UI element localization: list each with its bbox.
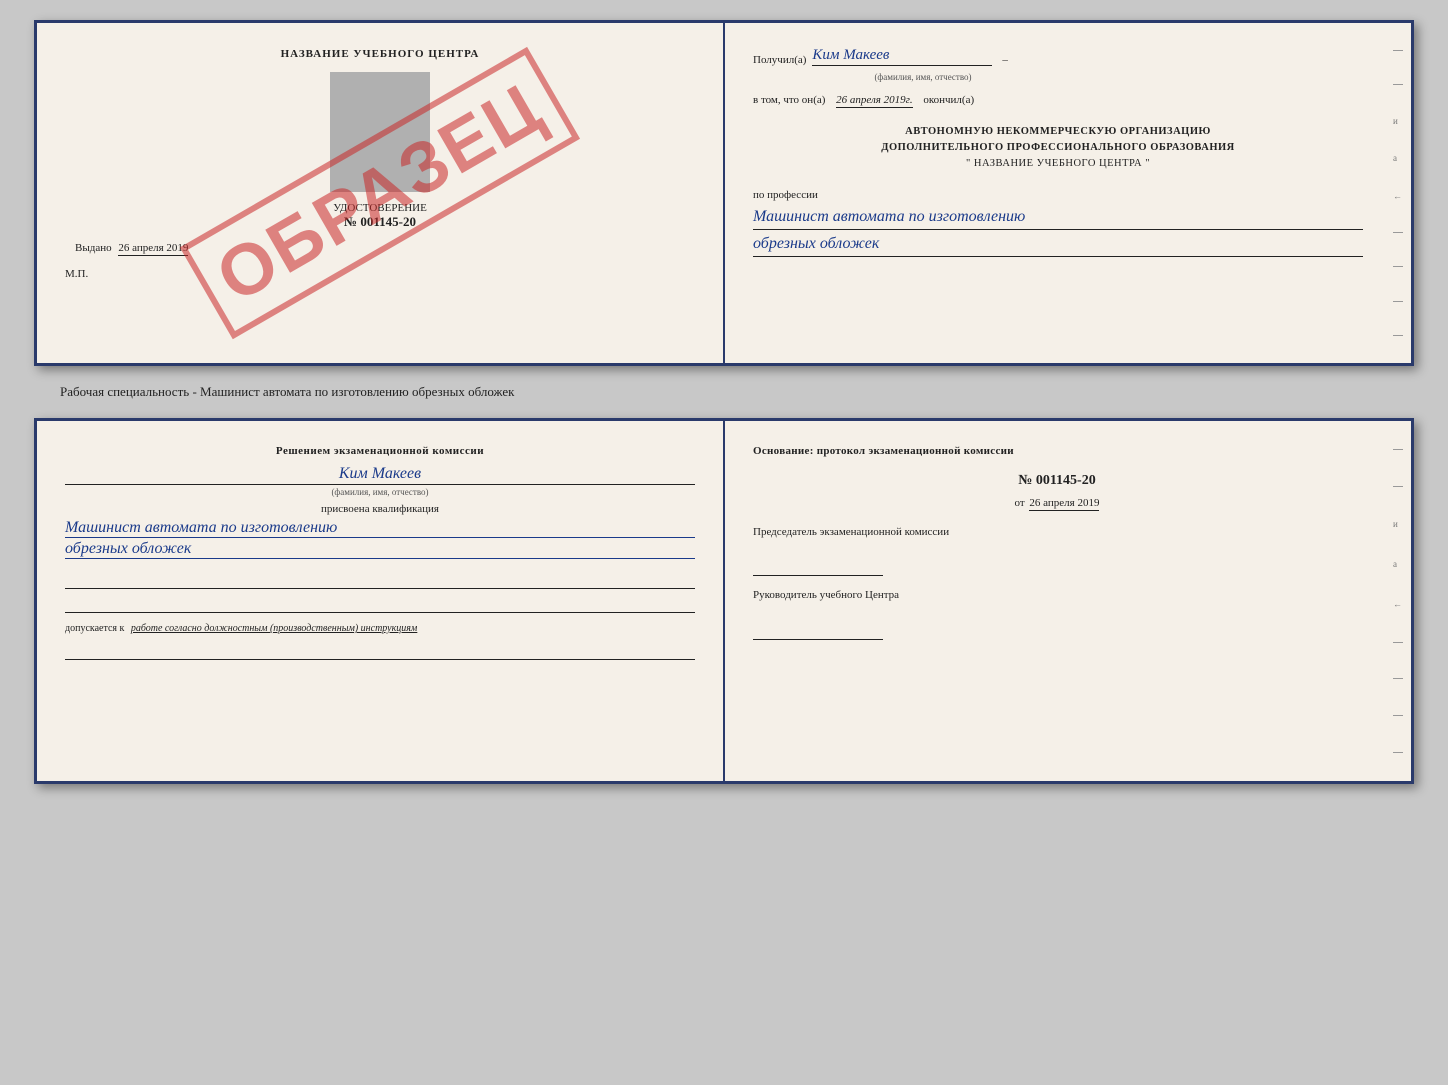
director-block: Руководитель учебного Центра: [753, 588, 1361, 639]
org-line3: " НАЗВАНИЕ УЧЕБНОГО ЦЕНТРА ": [753, 156, 1363, 172]
director-sign-line: [753, 624, 883, 640]
cert-number: № 001145-20: [65, 214, 695, 230]
qualification-label: присвоена квалификация: [65, 503, 695, 515]
chairman-label: Председатель экзаменационной комиссии: [753, 525, 1361, 540]
bottom-certificate: Решением экзаменационной комиссии Ким Ма…: [34, 418, 1414, 784]
date-value: 26 апреля 2019г.: [836, 94, 912, 108]
cert-number-section: УДОСТОВЕРЕНИЕ № 001145-20: [65, 202, 695, 230]
qualification-line1: Машинист автомата по изготовлению: [65, 519, 695, 538]
org-line2: ДОПОЛНИТЕЛЬНОГО ПРОФЕССИОНАЛЬНОГО ОБРАЗО…: [753, 140, 1363, 156]
side-marks: и а ←: [1393, 33, 1405, 353]
date-line: в том, что он(а) 26 апреля 2019г. окончи…: [753, 94, 1363, 106]
profession-line2: обрезных обложек: [753, 232, 1363, 257]
mp-line: М.П.: [65, 268, 695, 280]
blank-line-2: [65, 595, 695, 613]
bottom-cert-left: Решением экзаменационной комиссии Ким Ма…: [37, 421, 725, 781]
basis-title: Основание: протокол экзаменационной коми…: [753, 445, 1361, 457]
recipient-fio-hint: (фамилия, имя, отчество): [833, 72, 1013, 82]
photo-placeholder: [330, 72, 430, 192]
recipient-line: Получил(а) Ким Макеев –: [753, 47, 1363, 66]
director-label: Руководитель учебного Центра: [753, 588, 1361, 603]
protocol-date-prefix: от: [1015, 497, 1025, 509]
top-certificate: НАЗВАНИЕ УЧЕБНОГО ЦЕНТРА УДОСТОВЕРЕНИЕ №…: [34, 20, 1414, 366]
blank-line-3: [65, 642, 695, 660]
commission-fio-hint: (фамилия, имя, отчество): [65, 487, 695, 497]
top-cert-left: НАЗВАНИЕ УЧЕБНОГО ЦЕНТРА УДОСТОВЕРЕНИЕ №…: [37, 23, 725, 363]
protocol-date: от 26 апреля 2019: [753, 497, 1361, 509]
protocol-number: № 001145-20: [753, 473, 1361, 489]
top-cert-right: Получил(а) Ким Макеев – (фамилия, имя, о…: [725, 23, 1411, 363]
admission-prefix: допускается к: [65, 623, 124, 634]
issued-label: Выдано: [75, 242, 112, 254]
commission-name: Ким Макеев: [65, 465, 695, 485]
protocol-date-value: 26 апреля 2019: [1029, 497, 1099, 511]
profession-label: по профессии: [753, 189, 1363, 201]
issued-line: Выдано 26 апреля 2019: [65, 242, 695, 254]
bottom-cert-right: Основание: протокол экзаменационной коми…: [725, 421, 1411, 781]
recipient-name: Ким Макеев: [812, 47, 992, 66]
date-suffix: окончил(а): [923, 94, 974, 106]
recipient-prefix: Получил(а): [753, 54, 806, 66]
cert-title-area: НАЗВАНИЕ УЧЕБНОГО ЦЕНТРА: [65, 47, 695, 62]
org-line1: АВТОНОМНУЮ НЕКОММЕРЧЕСКУЮ ОРГАНИЗАЦИЮ: [753, 124, 1363, 140]
cert-label: УДОСТОВЕРЕНИЕ: [65, 202, 695, 214]
commission-title: Решением экзаменационной комиссии: [65, 445, 695, 457]
bottom-side-marks: и а ←: [1393, 431, 1405, 771]
cert-school-title: НАЗВАНИЕ УЧЕБНОГО ЦЕНТРА: [65, 47, 695, 62]
admission-text: допускается к работе согласно должностны…: [65, 623, 695, 634]
between-label: Рабочая специальность - Машинист автомат…: [20, 384, 514, 400]
qualification-line2: обрезных обложек: [65, 540, 695, 559]
admission-value: работе согласно должностным (производств…: [131, 623, 417, 634]
org-block: АВТОНОМНУЮ НЕКОММЕРЧЕСКУЮ ОРГАНИЗАЦИЮ ДО…: [753, 124, 1363, 171]
chairman-sign-line: [753, 560, 883, 576]
date-prefix: в том, что он(а): [753, 94, 825, 106]
blank-line-1: [65, 571, 695, 589]
issued-date: 26 апреля 2019: [118, 242, 188, 256]
profession-line1: Машинист автомата по изготовлению: [753, 205, 1363, 230]
chairman-block: Председатель экзаменационной комиссии: [753, 525, 1361, 576]
